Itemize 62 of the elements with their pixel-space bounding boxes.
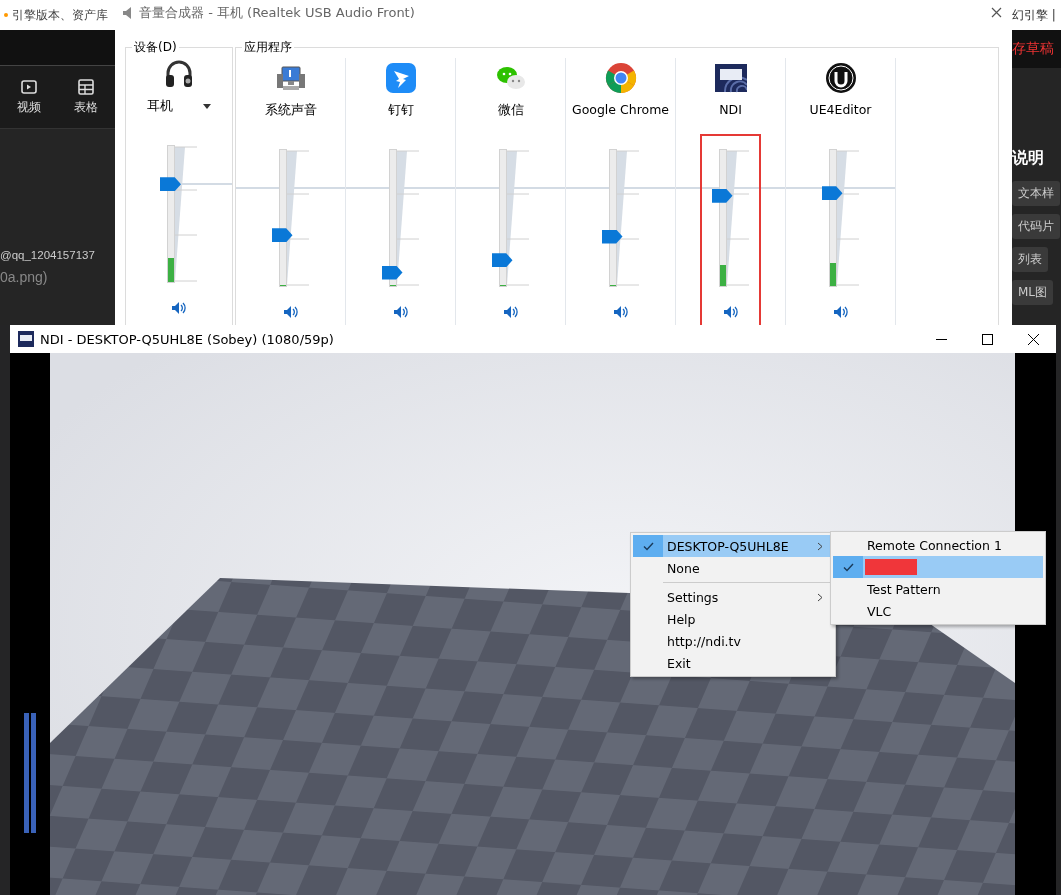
volume-slider[interactable] — [710, 149, 751, 287]
tag[interactable]: ML图 — [1012, 280, 1054, 305]
volume-slider[interactable] — [270, 149, 311, 287]
app-name: NDI — [719, 102, 742, 119]
volume-slider[interactable] — [820, 149, 861, 287]
check-icon — [842, 562, 854, 572]
editor-text: @qq_1204157137 — [0, 249, 96, 261]
close-icon[interactable] — [991, 7, 1002, 18]
editor-text: 0a.png) — [0, 269, 49, 285]
check-icon — [642, 541, 654, 551]
toolbar-button[interactable]: 视频 — [14, 76, 43, 118]
close-icon — [1027, 333, 1039, 345]
volume-slider[interactable] — [490, 149, 531, 287]
menu-item[interactable]: Settings — [633, 586, 833, 608]
slider-thumb[interactable] — [491, 253, 513, 268]
speaker-icon[interactable] — [282, 305, 299, 319]
app-name: UE4Editor — [809, 102, 872, 119]
headphones-icon — [163, 58, 195, 90]
speaker-icon[interactable] — [171, 301, 187, 315]
device-dropdown[interactable]: 耳机 — [143, 98, 215, 115]
slider-thumb[interactable] — [381, 265, 403, 280]
caret-icon — [203, 104, 211, 109]
tag[interactable]: 列表 — [1012, 247, 1048, 272]
speaker-icon[interactable] — [392, 305, 409, 319]
toolbar-button[interactable]: 表格 — [72, 76, 101, 118]
panel-title: 说明 — [1012, 148, 1045, 169]
menu-item[interactable]: DESKTOP-Q5UHL8E — [633, 535, 833, 557]
menu-item[interactable]: None — [633, 557, 833, 579]
tag[interactable]: 文本样 — [1012, 181, 1060, 206]
menu-item[interactable]: VLC — [833, 600, 1043, 622]
speaker-icon — [123, 6, 133, 19]
group-label: 应用程序 — [243, 39, 293, 56]
menu-item[interactable]: Test Pattern — [833, 578, 1043, 600]
video-icon — [19, 78, 38, 96]
app-name: 微信 — [497, 102, 524, 119]
speaker-icon[interactable] — [612, 305, 629, 319]
browser-icon — [604, 62, 637, 94]
breadcrumb-text: 幻引擎 | — [1012, 6, 1056, 24]
speaker-icon[interactable] — [722, 305, 739, 319]
table-icon — [77, 78, 96, 96]
menu-item[interactable]: Exit — [633, 652, 833, 674]
menu-item[interactable]: Remote Connection 1 — [833, 534, 1043, 556]
volume-slider[interactable] — [380, 149, 421, 287]
audio-meter-icon — [24, 713, 36, 833]
window-title: 音量合成器 - 耳机 (Realtek USB Audio Front) — [139, 3, 415, 22]
redaction-block — [865, 559, 917, 575]
volume-slider[interactable] — [159, 145, 199, 283]
speaker-icon[interactable] — [832, 305, 849, 319]
window-title: NDI - DESKTOP-Q5UHL8E (Sobey) (1080/59p) — [40, 331, 334, 347]
app-name: Google Chrome — [571, 102, 670, 119]
app-name: 系统声音 — [264, 102, 317, 119]
menu-item[interactable] — [833, 556, 1043, 578]
breadcrumb-text: 引擎版本、资产库 — [12, 6, 108, 24]
menu-item[interactable]: Help — [633, 608, 833, 630]
menu-item[interactable]: http://ndi.tv — [633, 630, 833, 652]
maximize-icon — [981, 333, 993, 345]
slider-thumb[interactable] — [271, 228, 293, 243]
volume-slider[interactable] — [600, 149, 641, 287]
app-name: 钉钉 — [387, 102, 414, 119]
group-label: 设备(D) — [133, 39, 178, 56]
speaker-icon[interactable] — [502, 305, 519, 319]
tag[interactable]: 代码片 — [1012, 214, 1060, 239]
